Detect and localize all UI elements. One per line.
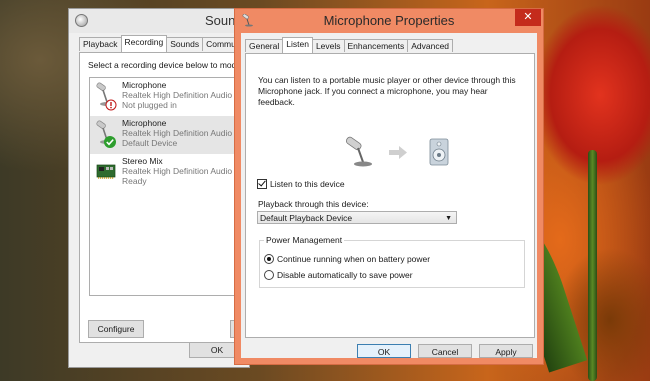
configure-button[interactable]: Configure: [88, 320, 144, 338]
microphone-properties-dialog: Microphone Properties ✕ General Listen L…: [234, 8, 544, 365]
apply-button[interactable]: Apply: [479, 344, 533, 358]
tulip-stem: [588, 150, 597, 381]
power-management-group: Power Management Continue running when o…: [259, 235, 525, 288]
microphone-icon: [345, 136, 372, 167]
microphone-icon: [96, 120, 116, 148]
arrow-right-icon: [389, 146, 407, 159]
device-driver: Realtek High Definition Audio: [122, 128, 233, 138]
device-status: Ready: [122, 176, 147, 186]
list-item[interactable]: Microphone Realtek High Definition Audio…: [90, 78, 250, 116]
sound-window: Sounc Playback Recording Sounds Communic…: [68, 8, 256, 368]
listen-checkbox[interactable]: [257, 179, 267, 189]
radio-continue-row[interactable]: Continue running when on battery power: [264, 254, 430, 264]
device-status: Not plugged in: [122, 100, 177, 110]
listen-checkbox-label: Listen to this device: [270, 179, 345, 189]
list-item[interactable]: Microphone Realtek High Definition Audio…: [90, 116, 250, 154]
radio-continue-label: Continue running when on battery power: [277, 254, 431, 264]
playback-selected-value: Default Playback Device: [260, 213, 353, 223]
ok-button[interactable]: OK: [357, 344, 411, 358]
listen-checkbox-row[interactable]: Listen to this device: [257, 179, 345, 189]
sound-title-bar[interactable]: Sounc: [69, 9, 249, 33]
power-group-title: Power Management: [264, 235, 345, 245]
radio-disable-row[interactable]: Disable automatically to save power: [264, 270, 413, 280]
radio-disable[interactable]: [264, 270, 274, 280]
speaker-icon: [429, 138, 449, 166]
tab-listen[interactable]: Listen: [282, 37, 313, 53]
sound-card-icon: [96, 164, 116, 179]
listen-panel: You can listen to a portable music playe…: [245, 53, 535, 338]
sound-tabs: Playback Recording Sounds Communica: [79, 35, 256, 52]
tab-advanced[interactable]: Advanced: [407, 39, 454, 52]
cancel-button[interactable]: Cancel: [418, 344, 472, 358]
recording-instruction: Select a recording device below to modif…: [88, 60, 245, 70]
tab-playback[interactable]: Playback: [79, 37, 122, 51]
properties-tabs: General Listen Levels Enhancements Advan…: [245, 37, 454, 53]
microphone-icon: [96, 82, 117, 111]
device-status: Default Device: [122, 138, 178, 148]
playback-label: Playback through this device:: [258, 199, 369, 209]
tab-levels[interactable]: Levels: [311, 39, 345, 52]
listen-description: You can listen to a portable music playe…: [258, 75, 516, 107]
playback-device-select[interactable]: Default Playback Device ▼: [257, 211, 457, 224]
listen-illustration: [345, 136, 449, 167]
device-name: Microphone: [122, 118, 167, 128]
dialog-client-area: General Listen Levels Enhancements Advan…: [241, 33, 537, 358]
chevron-down-icon: ▼: [445, 215, 452, 222]
device-driver: Realtek High Definition Audio: [122, 166, 233, 176]
tab-enhancements[interactable]: Enhancements: [343, 39, 409, 52]
list-item[interactable]: Stereo Mix Realtek High Definition Audio…: [90, 154, 250, 192]
radio-disable-label: Disable automatically to save power: [277, 270, 413, 280]
tab-recording[interactable]: Recording: [120, 35, 168, 52]
recording-panel: Select a recording device below to modif…: [79, 52, 251, 343]
tab-sounds[interactable]: Sounds: [166, 37, 204, 51]
device-driver: Realtek High Definition Audio: [122, 90, 233, 100]
speaker-app-icon: [75, 14, 88, 27]
device-name: Microphone: [122, 80, 167, 90]
dialog-title: Microphone Properties: [323, 13, 455, 28]
device-name: Stereo Mix: [122, 156, 163, 166]
tab-general[interactable]: General: [245, 39, 284, 52]
close-button[interactable]: ✕: [515, 9, 541, 26]
dialog-title-bar[interactable]: Microphone Properties ✕: [235, 9, 543, 33]
device-list: Microphone Realtek High Definition Audio…: [89, 77, 250, 296]
radio-continue[interactable]: [264, 254, 274, 264]
